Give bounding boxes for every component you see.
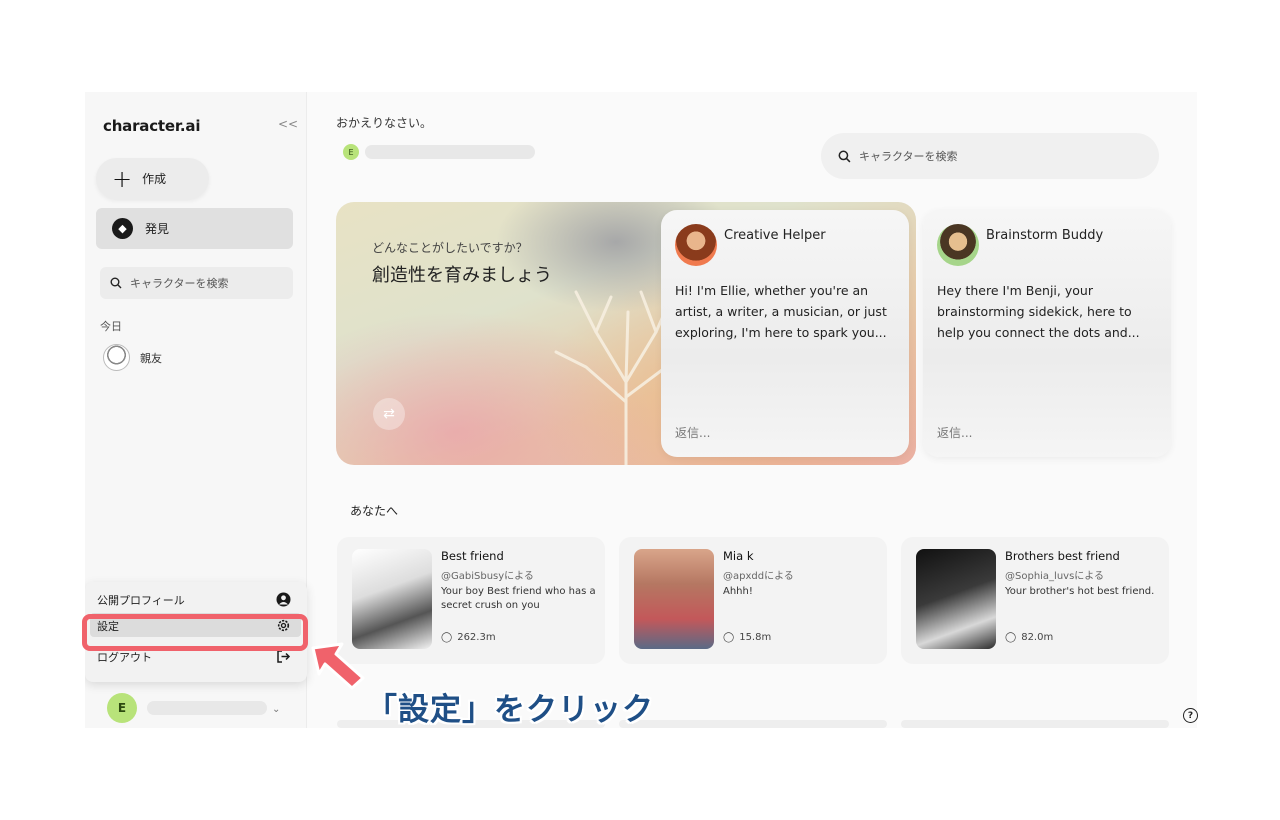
discover-button[interactable]: ◆ 発見 — [96, 208, 293, 249]
discover-label: 発見 — [145, 222, 170, 236]
recommendation-card[interactable]: Best friend @GabiSbusyによる Your boy Best … — [337, 537, 605, 664]
help-icon[interactable]: ? — [1183, 708, 1198, 723]
create-button[interactable]: + 作成 — [96, 158, 209, 199]
avatar — [675, 224, 717, 266]
avatar: E — [343, 144, 359, 160]
recommendation-card[interactable]: Brothers best friend @Sophia_luvsによる You… — [901, 537, 1169, 664]
hero-title: 創造性を育みましょう — [372, 265, 552, 286]
character-name: Brothers best friend — [1005, 549, 1120, 563]
chat-count-value: 82.0m — [1021, 632, 1054, 643]
character-creator: @Sophia_luvsによる — [1005, 571, 1105, 582]
character-description: Your brother's hot best friend. — [1005, 586, 1155, 597]
section-title-for-you: あなたへ — [350, 504, 399, 518]
brand-logo[interactable]: character.ai — [103, 117, 200, 135]
featured-character-card[interactable]: Brainstorm Buddy Hey there I'm Benji, yo… — [923, 210, 1171, 457]
chat-count: ◯ 262.3m — [441, 632, 496, 643]
menu-item-settings-label[interactable]: 設定 — [97, 618, 119, 634]
chat-count: ◯ 15.8m — [723, 632, 771, 643]
welcome-user: E — [343, 144, 535, 160]
character-image — [352, 549, 432, 649]
chat-bubble-icon: ◯ — [441, 632, 453, 643]
sidebar-search-placeholder: キャラクターを検索 — [130, 277, 229, 290]
chat-bubble-icon: ◯ — [1005, 632, 1017, 643]
chat-name: 親友 — [140, 351, 162, 365]
user-account-switcher[interactable]: E — [107, 693, 267, 723]
shuffle-icon[interactable]: ⇄ — [373, 398, 405, 430]
chat-count: ◯ 82.0m — [1005, 632, 1053, 643]
app-window: character.ai << + 作成 ◆ 発見 キャラクターを検索 今日 親… — [85, 92, 1197, 728]
menu-item-settings[interactable] — [90, 613, 301, 637]
search-icon — [838, 150, 851, 162]
character-creator: @GabiSbusyによる — [441, 571, 534, 582]
create-label: 作成 — [142, 172, 167, 186]
avatar — [937, 224, 979, 266]
search-input[interactable]: キャラクターを検索 — [821, 133, 1159, 179]
user-circle-icon — [275, 591, 291, 607]
chevron-down-icon[interactable]: ⌄ — [272, 704, 280, 715]
character-name: Brainstorm Buddy — [986, 228, 1104, 243]
menu-item-public-profile[interactable]: 公開プロフィール — [97, 592, 185, 608]
instruction-caption: 「設定」をクリック — [366, 692, 654, 728]
recommendation-card[interactable]: Mia k @apxddによる Ahhh! ◯ 15.8m — [619, 537, 887, 664]
sidebar-chat-item[interactable]: 親友 — [103, 344, 162, 371]
character-name: Mia k — [723, 549, 754, 563]
character-description: Your boy Best friend who has a secret cr… — [441, 586, 596, 611]
chat-count-value: 15.8m — [739, 632, 772, 643]
avatar: E — [107, 693, 137, 723]
sidebar-search-input[interactable]: キャラクターを検索 — [100, 267, 293, 299]
character-name: Best friend — [441, 549, 504, 563]
welcome-heading: おかえりなさい。 — [336, 116, 433, 130]
search-icon — [110, 277, 122, 289]
character-description: Hi! I'm Ellie, whether you're an artist,… — [675, 283, 887, 340]
logout-icon — [275, 648, 291, 664]
list-item — [619, 720, 887, 728]
avatar — [103, 344, 130, 371]
sidebar: character.ai << + 作成 ◆ 発見 キャラクターを検索 今日 親… — [85, 92, 307, 728]
plus-icon: + — [112, 164, 133, 193]
section-label-today: 今日 — [100, 320, 122, 333]
list-item — [901, 720, 1169, 728]
username-redacted — [365, 145, 535, 159]
search-placeholder: キャラクターを検索 — [859, 150, 958, 163]
chat-bubble-icon: ◯ — [723, 632, 735, 643]
reply-link[interactable]: 返信... — [675, 424, 710, 441]
character-name: Creative Helper — [724, 228, 826, 243]
character-image — [916, 549, 996, 649]
character-description: Ahhh! — [723, 586, 753, 597]
collapse-sidebar-icon[interactable]: << — [278, 117, 298, 131]
hero-subtitle: どんなことがしたいですか？ — [372, 241, 528, 255]
username-redacted — [147, 701, 267, 715]
account-menu: 公開プロフィール 設定 ログアウト — [85, 582, 307, 682]
featured-character-card[interactable]: Creative Helper Hi! I'm Ellie, whether y… — [661, 210, 909, 457]
reply-link[interactable]: 返信... — [937, 424, 972, 441]
chat-count-value: 262.3m — [457, 632, 496, 643]
compass-icon: ◆ — [112, 218, 133, 239]
character-creator: @apxddによる — [723, 571, 794, 582]
gear-icon[interactable] — [275, 617, 291, 633]
menu-item-logout[interactable]: ログアウト — [97, 649, 152, 665]
character-description: Hey there I'm Benji, your brainstorming … — [937, 283, 1140, 340]
character-image — [634, 549, 714, 649]
pointer-arrow-icon — [311, 642, 365, 690]
